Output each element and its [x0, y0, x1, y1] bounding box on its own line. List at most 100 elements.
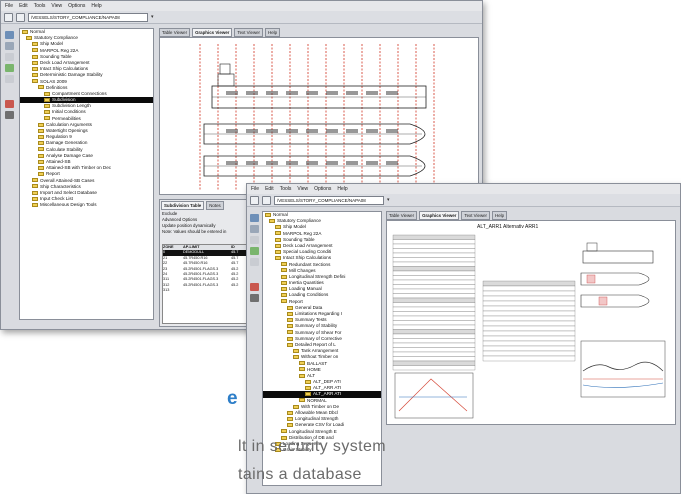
folder-icon	[287, 416, 293, 421]
panel-tab[interactable]: Subdivision Table	[161, 201, 205, 210]
graphics-viewer	[159, 37, 479, 195]
tree-item-label: Sounding Table	[40, 53, 72, 59]
compartment-label	[366, 161, 378, 165]
tab-text-viewer[interactable]: Text Viewer	[234, 28, 264, 37]
tree-item-label: Longitudinal Strength	[295, 416, 339, 422]
save-icon[interactable]	[16, 12, 25, 22]
tab-graphics-viewer[interactable]: Graphics Viewer	[419, 211, 460, 220]
folder-icon	[305, 379, 311, 384]
project-path-field[interactable]: /VESSELS/STORY_COMPLIANCE/NAPA08	[28, 12, 148, 22]
folder-icon	[32, 184, 38, 189]
tree-icon[interactable]	[5, 31, 14, 39]
tree-icon[interactable]	[250, 214, 259, 222]
save-icon[interactable]	[262, 195, 271, 205]
tab-graphics-viewer[interactable]: Graphics Viewer	[192, 28, 233, 37]
tree-item-label: Detailed Report of L	[295, 341, 336, 347]
report-table-row	[392, 248, 476, 254]
tree-item-label: Inertia Quantities	[289, 280, 324, 286]
folder-icon	[287, 324, 293, 329]
report-table-row	[482, 355, 576, 362]
tree-item-label: NORMAL	[307, 397, 327, 403]
check-icon[interactable]	[250, 247, 259, 255]
tab-help[interactable]: Help	[492, 211, 508, 220]
close-icon[interactable]	[250, 236, 259, 244]
folder-icon	[32, 54, 38, 59]
folder-icon	[281, 287, 287, 292]
open-icon[interactable]	[250, 195, 259, 205]
menu-item-edit[interactable]: Edit	[19, 2, 28, 10]
folder-icon	[275, 225, 281, 230]
menu-item-help[interactable]: Help	[337, 185, 347, 193]
tab-help[interactable]: Help	[265, 28, 281, 37]
folder-icon	[287, 305, 293, 310]
tab-table-viewer[interactable]: Table Viewer	[386, 211, 418, 220]
folder-icon	[287, 423, 293, 428]
report-table-row	[482, 325, 576, 332]
report-table-row	[392, 342, 476, 348]
report-table-row	[392, 243, 476, 249]
user-icon[interactable]	[5, 111, 14, 119]
report-table-row	[392, 234, 476, 240]
person-icon[interactable]	[5, 100, 14, 108]
menu-item-view[interactable]: View	[297, 185, 308, 193]
folder-icon	[38, 159, 44, 164]
menu-item-view[interactable]: View	[51, 2, 62, 10]
list-icon[interactable]	[5, 42, 14, 50]
close-icon[interactable]	[5, 53, 14, 61]
menu-item-options[interactable]: Options	[68, 2, 85, 10]
panel-tab[interactable]: Notes	[206, 201, 224, 210]
tab-text-viewer[interactable]: Text Viewer	[461, 211, 491, 220]
table-cell: 313	[163, 288, 170, 293]
tree-item-label: ALT	[307, 372, 316, 378]
task-tree: Normal Statutory Compliance Ship Model MAR…	[19, 28, 154, 320]
tree-item-label: Definitions	[46, 84, 68, 90]
report-table-row	[392, 329, 476, 335]
folder-icon	[281, 299, 287, 304]
tree-item-label: Initial Conditions	[52, 109, 86, 115]
tree-item-label: Subdivision	[52, 97, 76, 103]
tree-item-label: Deterministic Damage Stability	[40, 72, 103, 78]
project-path-field[interactable]: /VESSELS/STORY_COMPLIANCE/NAPA08	[274, 195, 384, 205]
report-table-row	[392, 351, 476, 357]
folder-icon	[281, 293, 287, 298]
tree-item-label: Import and Select Database	[40, 189, 97, 195]
report-table-row	[392, 266, 476, 272]
page: File Edit Tools View Options Help /VESSELS/ST…	[0, 0, 681, 494]
menu-item-tools[interactable]: Tools	[280, 185, 292, 193]
folder-icon	[281, 280, 287, 285]
chevron-down-icon[interactable]: ▾	[387, 197, 390, 203]
report-table-row	[482, 320, 576, 327]
folder-icon	[38, 128, 44, 133]
list-icon[interactable]	[250, 225, 259, 233]
report-table-row	[392, 306, 476, 312]
settings-icon[interactable]	[5, 75, 14, 83]
open-icon[interactable]	[4, 12, 13, 22]
tree-item-label: Subdivision Length	[52, 103, 91, 109]
menu-item-help[interactable]: Help	[91, 2, 101, 10]
folder-icon	[287, 410, 293, 415]
compartment-label	[326, 161, 338, 165]
check-icon[interactable]	[5, 64, 14, 72]
report-table-row	[392, 324, 476, 330]
tree-item-label: Report	[46, 171, 60, 177]
tree-item[interactable]: Miscellaneous Design Tools	[20, 202, 153, 208]
tree-item-label: Limitations Regarding I	[295, 311, 342, 316]
menu-item-options[interactable]: Options	[314, 185, 331, 193]
ship-profile	[211, 63, 427, 109]
tab-table-viewer[interactable]: Table Viewer	[159, 28, 191, 37]
menu-item-file[interactable]: File	[251, 185, 259, 193]
tree-item-label: Tank Arrangement	[301, 348, 339, 354]
folder-icon	[38, 122, 44, 127]
menu-item-file[interactable]: File	[5, 2, 13, 10]
person-icon[interactable]	[250, 283, 259, 291]
settings-icon[interactable]	[250, 258, 259, 266]
folder-icon	[32, 178, 38, 183]
folder-icon	[275, 237, 281, 242]
report-table-row	[392, 360, 476, 366]
user-icon[interactable]	[250, 294, 259, 302]
tree-item-label: ALT_ARR ATI	[313, 391, 342, 397]
menu-item-edit[interactable]: Edit	[265, 185, 274, 193]
folder-icon	[287, 317, 293, 322]
chevron-down-icon[interactable]: ▾	[151, 14, 154, 20]
menu-item-tools[interactable]: Tools	[34, 2, 46, 10]
